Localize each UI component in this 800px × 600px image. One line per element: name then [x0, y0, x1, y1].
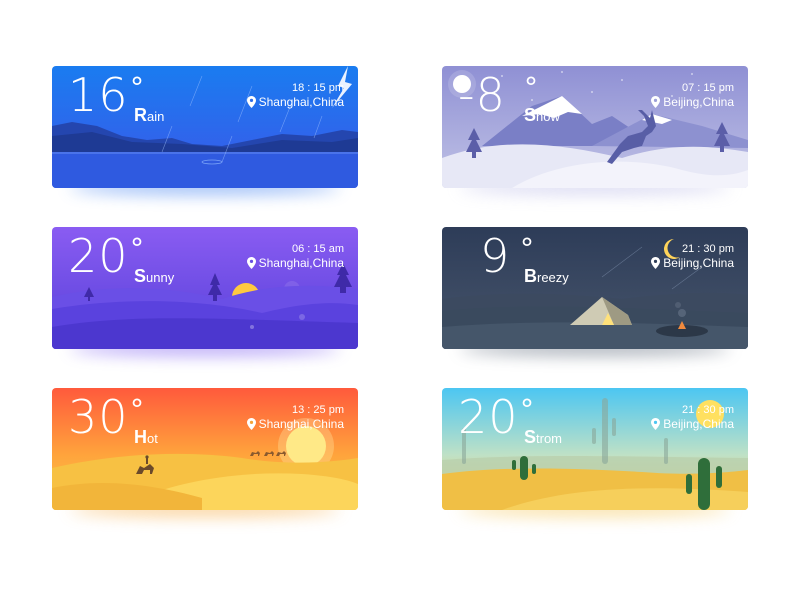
location-pin-icon — [651, 96, 661, 108]
condition-rest: ot — [147, 431, 158, 446]
weather-card-sunny[interactable]: 20 ° Sunny 06 : 15 am Shanghai,China — [52, 227, 358, 349]
location-pin-icon — [246, 418, 256, 430]
condition-rest: now — [536, 109, 560, 124]
condition-initial: S — [524, 105, 537, 125]
time-text: 21 : 30 pm — [682, 404, 734, 416]
temperature-value: 20 — [458, 390, 519, 444]
condition-rest: reezy — [537, 270, 569, 285]
location-pin-icon — [246, 257, 256, 269]
weather-condition: Rain — [134, 106, 164, 124]
condition-initial: S — [134, 266, 147, 286]
location-text: Shanghai,China — [258, 256, 344, 270]
location-text: Beijing,China — [663, 95, 734, 109]
condition-initial: R — [134, 105, 147, 125]
location-pin-icon — [651, 418, 661, 430]
weather-card-snow[interactable]: -8 ° Snow 07 : 15 pm Beijing,China — [442, 66, 748, 188]
weather-condition: Strom — [524, 428, 562, 446]
temperature-value: 20 — [68, 229, 129, 283]
location: Shanghai,China — [246, 95, 344, 109]
time-text: 06 : 15 am — [292, 243, 344, 255]
degree-symbol: ° — [130, 71, 144, 104]
degree-symbol: ° — [130, 393, 144, 426]
condition-initial: H — [134, 427, 147, 447]
degree-symbol: ° — [520, 393, 534, 426]
location: Shanghai,China — [246, 417, 344, 431]
location: Beijing,China — [651, 417, 734, 431]
temperature-value: -8 — [458, 68, 506, 122]
weather-card-breezy[interactable]: 9 ° Breezy 21 : 30 pm Beijing,China — [442, 227, 748, 349]
weather-condition: Hot — [134, 428, 158, 446]
condition-initial: B — [524, 266, 537, 286]
location-pin-icon — [651, 257, 661, 269]
weather-condition: Snow — [524, 106, 560, 124]
time-text: 21 : 30 pm — [682, 243, 734, 255]
weather-condition: Breezy — [524, 267, 569, 285]
weather-card-hot[interactable]: 30 ° Hot 13 : 25 pm Shanghai,China — [52, 388, 358, 510]
weather-card-strom[interactable]: 20 ° Strom 21 : 30 pm Beijing,China — [442, 388, 748, 510]
degree-symbol: ° — [130, 232, 144, 265]
location: Beijing,China — [651, 95, 734, 109]
location: Shanghai,China — [246, 256, 344, 270]
temperature-value: 9 — [480, 229, 511, 283]
location-text: Shanghai,China — [258, 417, 344, 431]
temperature-value: 16 — [68, 68, 129, 122]
time-text: 07 : 15 pm — [682, 82, 734, 94]
time-text: 18 : 15 pm — [292, 82, 344, 94]
weather-card-rain[interactable]: 16 ° Rain 18 : 15 pm Shanghai,China — [52, 66, 358, 188]
location-text: Beijing,China — [663, 417, 734, 431]
location: Beijing,China — [651, 256, 734, 270]
degree-symbol: ° — [524, 71, 538, 104]
location-pin-icon — [246, 96, 256, 108]
condition-rest: unny — [146, 270, 175, 285]
degree-symbol: ° — [520, 232, 534, 265]
weather-condition: Sunny — [134, 267, 174, 285]
time-text: 13 : 25 pm — [292, 404, 344, 416]
condition-rest: ain — [147, 109, 165, 124]
condition-rest: trom — [536, 431, 563, 446]
location-text: Shanghai,China — [258, 95, 344, 109]
temperature-value: 30 — [68, 390, 129, 444]
location-text: Beijing,China — [663, 256, 734, 270]
condition-initial: S — [524, 427, 537, 447]
